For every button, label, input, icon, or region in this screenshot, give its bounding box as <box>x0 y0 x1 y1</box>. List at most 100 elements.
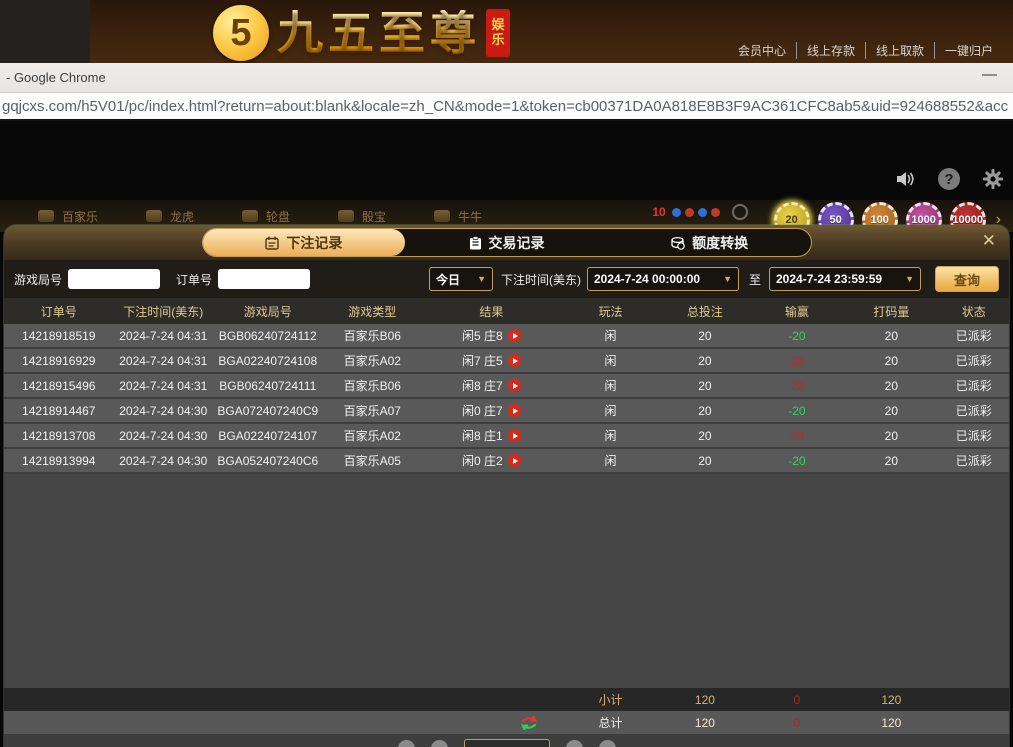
magnifier-icon[interactable] <box>732 204 748 220</box>
table-row[interactable]: 14218914467 2024-7-24 04:30 BGA072407240… <box>4 399 1009 424</box>
cell-time: 2024-7-24 04:30 <box>114 399 213 422</box>
road-dot <box>685 208 694 217</box>
total-turnover: 120 <box>844 711 938 734</box>
cell-win-loss: 20 <box>750 349 844 372</box>
cell-time: 2024-7-24 04:30 <box>114 449 213 472</box>
page-next-button[interactable] <box>566 740 583 747</box>
game-round-input[interactable] <box>68 269 160 289</box>
close-icon[interactable]: ✕ <box>982 232 996 249</box>
total-bet: 120 <box>660 711 749 734</box>
page-last-button[interactable] <box>599 740 616 747</box>
game-nav-item[interactable]: 百家乐 <box>38 208 98 225</box>
result-text: 闲5 庄8 <box>462 327 503 344</box>
bet-time-label: 下注时间(美东) <box>501 271 581 288</box>
table-row[interactable]: 14218913994 2024-7-24 04:30 BGA052407240… <box>4 449 1009 474</box>
cell-round: BGA02240724108 <box>213 349 323 372</box>
cell-result: 闲7 庄5 <box>422 349 561 372</box>
game-nav-item[interactable]: 骰宝 <box>338 208 386 225</box>
end-time-dropdown[interactable]: 2024-7-24 23:59:59 ▼ <box>769 267 921 291</box>
replay-icon[interactable] <box>508 354 521 367</box>
tab-label: 下注记录 <box>286 233 342 253</box>
logo-title: 九五至尊 <box>277 10 481 56</box>
page-prev-button[interactable] <box>431 740 448 747</box>
tab-bet-records[interactable]: 下注记录 <box>203 229 406 256</box>
header-nav-link[interactable]: 线上存款 <box>796 42 865 59</box>
subtotal-bet: 120 <box>660 688 749 711</box>
minimize-button[interactable]: — <box>982 66 997 83</box>
chevron-down-icon: ▼ <box>723 274 732 284</box>
game-nav-item[interactable]: 牛牛 <box>434 208 482 225</box>
col-order: 订单号 <box>4 298 114 324</box>
replay-icon[interactable] <box>508 454 521 467</box>
logo-tag-char1: 娱 <box>491 18 504 33</box>
help-glyph: ? <box>938 168 960 190</box>
replay-icon[interactable] <box>508 329 521 342</box>
header-nav-link[interactable]: 线上取款 <box>865 42 934 59</box>
game-nav-label: 牛牛 <box>458 208 482 225</box>
cell-order: 14218913994 <box>4 449 114 472</box>
cell-play-type: 闲 <box>561 349 660 372</box>
speaker-icon[interactable] <box>893 167 917 191</box>
start-time-dropdown[interactable]: 2024-7-24 00:00:00 ▼ <box>587 267 739 291</box>
cell-turnover: 20 <box>844 399 938 422</box>
cell-result: 闲0 庄7 <box>422 399 561 422</box>
page-first-button[interactable] <box>398 740 415 747</box>
cell-game-type: 百家乐A02 <box>323 424 422 447</box>
quick-range-dropdown[interactable]: 今日 ▼ <box>429 267 493 291</box>
tab-transactions[interactable]: 交易记录 <box>405 229 608 256</box>
cell-total-bet: 20 <box>660 399 749 422</box>
table-row[interactable]: 14218918519 2024-7-24 04:31 BGB062407241… <box>4 324 1009 349</box>
mini-roadmap: 10 <box>650 204 748 220</box>
cell-time: 2024-7-24 04:31 <box>114 324 213 347</box>
chrome-urlbar[interactable]: gqjcxs.com/h5V01/pc/index.html?return=ab… <box>0 93 1013 121</box>
cell-result: 闲8 庄7 <box>422 374 561 397</box>
cell-round: BGA02240724107 <box>213 424 323 447</box>
col-time: 下注时间(美东) <box>114 298 213 324</box>
clipboard-icon <box>469 236 482 250</box>
search-button[interactable]: 查询 <box>935 266 999 292</box>
gear-icon[interactable] <box>981 167 1005 191</box>
cell-game-type: 百家乐B06 <box>323 374 422 397</box>
table-row[interactable]: 14218913708 2024-7-24 04:30 BGA022407241… <box>4 424 1009 449</box>
col-status: 状态 <box>939 298 1009 324</box>
road-count-badge: 10 <box>650 205 668 219</box>
col-result: 结果 <box>422 298 561 324</box>
game-icon <box>38 210 54 222</box>
tab-credit-transfer[interactable]: 额度转换 <box>608 229 811 256</box>
cell-game-type: 百家乐A07 <box>323 399 422 422</box>
game-icon <box>434 210 450 222</box>
cell-turnover: 20 <box>844 424 938 447</box>
total-row: 总计 120 0 120 <box>4 711 1009 734</box>
total-label: 总计 <box>561 711 660 734</box>
cell-time: 2024-7-24 04:31 <box>114 374 213 397</box>
chevron-down-icon: ▼ <box>905 274 914 284</box>
url-text[interactable]: gqjcxs.com/h5V01/pc/index.html?return=ab… <box>0 98 1008 115</box>
replay-icon[interactable] <box>508 429 521 442</box>
cell-total-bet: 20 <box>660 324 749 347</box>
game-icon <box>338 210 354 222</box>
cell-play-type: 闲 <box>561 374 660 397</box>
cell-status: 已派彩 <box>939 374 1009 397</box>
replay-icon[interactable] <box>508 379 521 392</box>
cell-status: 已派彩 <box>939 449 1009 472</box>
cell-play-type: 闲 <box>561 424 660 447</box>
game-nav-item[interactable]: 轮盘 <box>242 208 290 225</box>
cell-win-loss: 20 <box>750 374 844 397</box>
refresh-swap-icon[interactable] <box>521 716 537 730</box>
subtotal-turnover: 120 <box>844 688 938 711</box>
cell-win-loss: -20 <box>750 449 844 472</box>
header-nav-link[interactable]: 会员中心 <box>728 42 796 59</box>
page-number-box[interactable] <box>464 739 550 747</box>
header-nav-link[interactable]: 一键归户 <box>934 42 1003 59</box>
order-no-input[interactable] <box>218 269 310 289</box>
table-row[interactable]: 14218916929 2024-7-24 04:31 BGA022407241… <box>4 349 1009 374</box>
game-nav-item[interactable]: 龙虎 <box>146 208 194 225</box>
subtotal-win: 0 <box>750 688 844 711</box>
replay-icon[interactable] <box>508 404 521 417</box>
help-icon[interactable]: ? <box>937 167 961 191</box>
table-row[interactable]: 14218915496 2024-7-24 04:31 BGB062407241… <box>4 374 1009 399</box>
cell-order: 14218915496 <box>4 374 114 397</box>
header-nav: 会员中心 线上存款 线上取款 一键归户 <box>728 42 1003 59</box>
col-play-type: 玩法 <box>561 298 660 324</box>
tab-label: 额度转换 <box>692 233 748 253</box>
